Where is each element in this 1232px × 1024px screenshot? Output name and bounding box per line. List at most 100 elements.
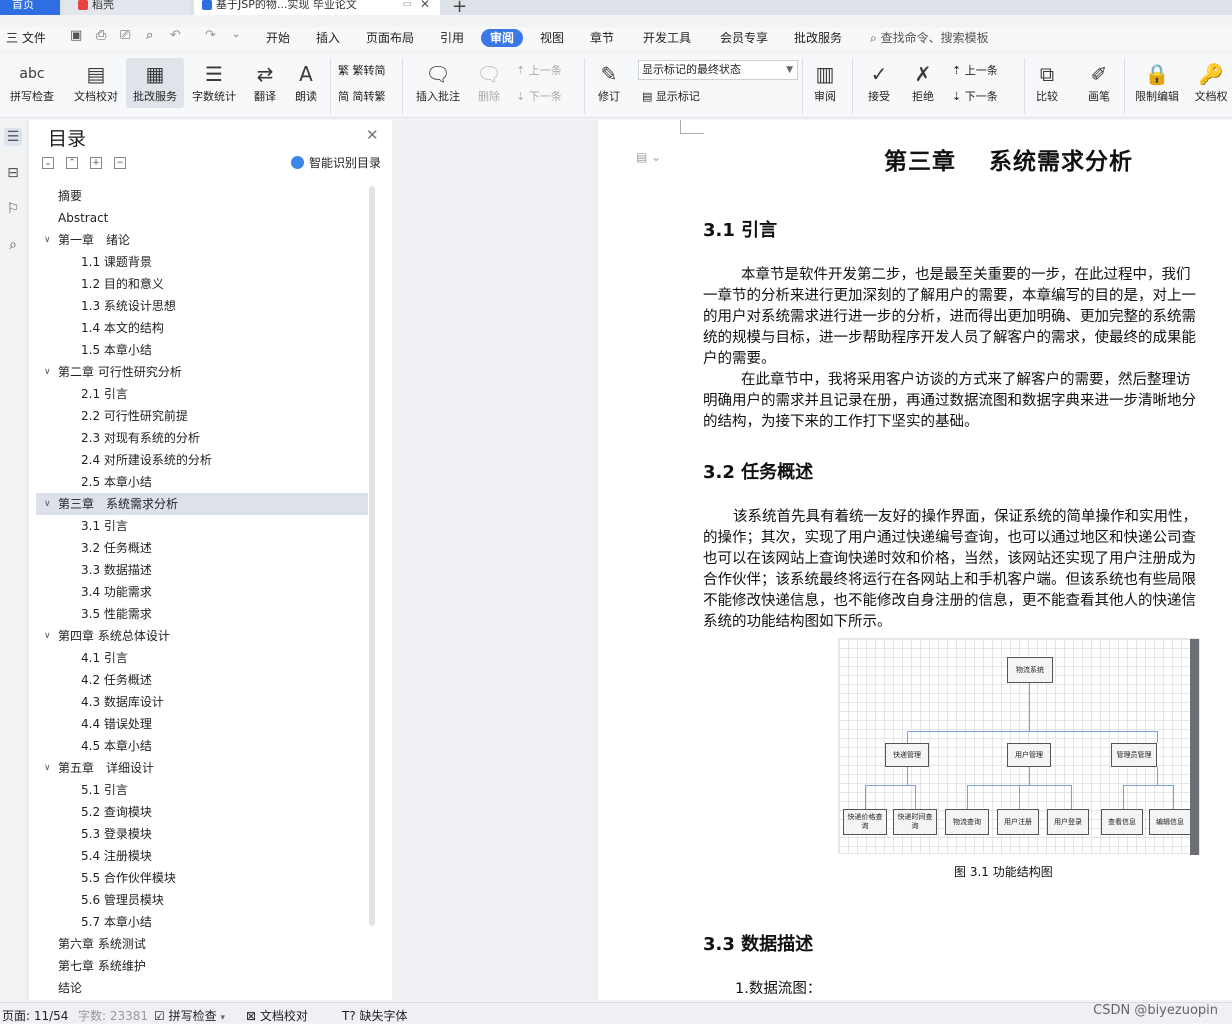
toc-icon[interactable]: ☰ bbox=[4, 128, 22, 146]
toc-item[interactable]: 2.3 对现有系统的分析 bbox=[36, 427, 368, 449]
menu-start[interactable]: 开始 bbox=[266, 27, 290, 49]
toc-item[interactable]: 5.3 登录模块 bbox=[36, 823, 368, 845]
read-aloud-button[interactable]: A 朗读 bbox=[290, 60, 322, 104]
menu-developer[interactable]: 开发工具 bbox=[643, 27, 691, 49]
function-structure-figure[interactable]: 物流系统 快递管理 用户管理 管理员管理 快递价格查询 快递时间查询 物流查询 … bbox=[838, 638, 1200, 855]
toc-item[interactable]: 5.4 注册模块 bbox=[36, 845, 368, 867]
chapter-nav-icon[interactable]: ⊟ bbox=[4, 164, 22, 182]
page-indicator[interactable]: 页面: 11/54 bbox=[2, 1007, 68, 1024]
menu-member[interactable]: 会员专享 bbox=[720, 27, 768, 49]
remove-heading-icon[interactable]: − bbox=[114, 157, 126, 169]
insert-comment-button[interactable]: 🗨 插入批注 bbox=[410, 60, 466, 104]
menu-review[interactable]: 审阅 bbox=[481, 29, 524, 47]
menu-grading-service[interactable]: 批改服务 bbox=[794, 27, 842, 49]
smart-toc-button[interactable]: 智能识别目录 bbox=[291, 154, 381, 171]
chevron-down-icon[interactable]: ∨ bbox=[44, 493, 51, 515]
export-pdf-icon[interactable]: ⎙ bbox=[96, 28, 106, 43]
review-pane-button[interactable]: ▥ 审阅 bbox=[806, 60, 844, 104]
redo-icon[interactable]: ↷ bbox=[205, 28, 216, 43]
chevron-down-icon[interactable]: ∨ bbox=[44, 625, 51, 647]
toc-item[interactable]: 5.6 管理员模块 bbox=[36, 889, 368, 911]
track-changes-button[interactable]: ✎ 修订 bbox=[590, 60, 628, 104]
undo-icon[interactable]: ↶ bbox=[170, 28, 181, 43]
toc-item[interactable]: 1.2 目的和意义 bbox=[36, 273, 368, 295]
review-service-button[interactable]: ▦ 批改服务 bbox=[126, 58, 184, 108]
toc-item[interactable]: 第七章 系统维护 bbox=[36, 955, 368, 977]
toc-item[interactable]: 5.2 查询模块 bbox=[36, 801, 368, 823]
status-doc-check[interactable]: ⊠ 文档校对 bbox=[246, 1007, 308, 1024]
toc-item[interactable]: 3.3 数据描述 bbox=[36, 559, 368, 581]
markup-display-select[interactable]: 显示标记的最终状态 ▼ bbox=[638, 60, 798, 80]
toc-item[interactable]: Abstract bbox=[36, 207, 368, 229]
toc-item[interactable]: ∨ 第四章 系统总体设计 bbox=[36, 625, 368, 647]
prev-comment-button[interactable]: ⇡ 上一条 bbox=[516, 62, 562, 78]
word-count-button[interactable]: ☰ 字数统计 bbox=[188, 60, 240, 104]
chevron-down-icon[interactable]: ∨ bbox=[44, 229, 51, 251]
prev-change-button[interactable]: ⇡ 上一条 bbox=[952, 62, 998, 78]
toc-item[interactable]: 摘要 bbox=[36, 185, 368, 207]
tab-document[interactable]: 基于JSP的物...实现 毕业论文 ▭ ✕ bbox=[194, 0, 440, 15]
command-search[interactable]: ⌕ 查找命令、搜索模板 bbox=[870, 27, 989, 49]
new-tab-icon[interactable]: + bbox=[452, 0, 467, 15]
save-icon[interactable]: ▣ bbox=[70, 28, 82, 43]
menu-insert[interactable]: 插入 bbox=[316, 27, 340, 49]
tab-docer[interactable]: 稻壳 bbox=[64, 0, 190, 15]
toc-item[interactable]: 5.5 合作伙伴模块 bbox=[36, 867, 368, 889]
compare-button[interactable]: ⧉ 比较 bbox=[1028, 60, 1066, 104]
menu-page-layout[interactable]: 页面布局 bbox=[366, 27, 414, 49]
pen-button[interactable]: ✐ 画笔 bbox=[1080, 60, 1118, 104]
toc-item[interactable]: 2.4 对所建设系统的分析 bbox=[36, 449, 368, 471]
toc-item[interactable]: 3.2 任务概述 bbox=[36, 537, 368, 559]
expand-all-icon[interactable]: ⌃ bbox=[66, 157, 78, 169]
close-icon[interactable]: ✕ bbox=[366, 126, 379, 144]
accept-button[interactable]: ✓ 接受 bbox=[860, 60, 898, 104]
toc-item[interactable]: ∨ 第一章 绪论 bbox=[36, 229, 368, 251]
toc-scrollbar[interactable] bbox=[369, 186, 375, 926]
toc-item[interactable]: 1.5 本章小结 bbox=[36, 339, 368, 361]
pin-icon[interactable]: ▭ bbox=[403, 0, 412, 10]
find-icon[interactable]: ⌕ bbox=[4, 236, 22, 254]
toc-item[interactable]: 4.5 本章小结 bbox=[36, 735, 368, 757]
toc-item[interactable]: ∨ 第三章 系统需求分析 bbox=[36, 493, 368, 515]
translate-button[interactable]: ⇄ 翻译 bbox=[246, 60, 284, 104]
file-menu[interactable]: 三 文件 bbox=[6, 27, 46, 49]
toc-item[interactable]: 3.4 功能需求 bbox=[36, 581, 368, 603]
toc-item[interactable]: ∨ 第五章 详细设计 bbox=[36, 757, 368, 779]
doc-check-button[interactable]: ▤ 文档校对 bbox=[70, 60, 122, 104]
tab-home[interactable]: 首页 bbox=[0, 0, 60, 15]
document-page[interactable]: ▤ ⌄ 第三章 系统需求分析 3.1 引言 本章节是软件开发第二步，也是最至关重… bbox=[598, 120, 1232, 1000]
toc-item[interactable]: 4.3 数据库设计 bbox=[36, 691, 368, 713]
toc-item[interactable]: 1.3 系统设计思想 bbox=[36, 295, 368, 317]
toc-item[interactable]: 1.4 本文的结构 bbox=[36, 317, 368, 339]
quick-access-chevron-down-icon[interactable]: ⌄ bbox=[232, 29, 240, 40]
chevron-down-icon[interactable]: ∨ bbox=[44, 757, 51, 779]
collapse-all-icon[interactable]: ⌄ bbox=[42, 157, 54, 169]
add-heading-icon[interactable]: + bbox=[90, 157, 102, 169]
toc-item[interactable]: 5.7 本章小结 bbox=[36, 911, 368, 933]
print-preview-icon[interactable]: ⌕ bbox=[146, 28, 153, 43]
toc-item[interactable]: 4.1 引言 bbox=[36, 647, 368, 669]
toc-item[interactable]: 4.4 错误处理 bbox=[36, 713, 368, 735]
status-spell-check[interactable]: ☑ 拼写检查 ▾ bbox=[154, 1007, 225, 1024]
menu-chapter[interactable]: 章节 bbox=[590, 27, 614, 49]
reject-button[interactable]: ✗ 拒绝 bbox=[904, 60, 942, 104]
toc-item[interactable]: 2.2 可行性研究前提 bbox=[36, 405, 368, 427]
page-options-icon[interactable]: ▤ ⌄ bbox=[636, 150, 661, 164]
toc-item[interactable]: ∨ 第二章 可行性研究分析 bbox=[36, 361, 368, 383]
simp-to-trad-button[interactable]: 简 简转繁 bbox=[338, 88, 386, 104]
toc-item[interactable]: 1.1 课题背景 bbox=[36, 251, 368, 273]
toc-item[interactable]: 5.1 引言 bbox=[36, 779, 368, 801]
restrict-edit-button[interactable]: 🔒 限制编辑 bbox=[1130, 60, 1184, 104]
next-comment-button[interactable]: ⇣ 下一条 bbox=[516, 88, 562, 104]
print-icon[interactable]: ⎚ bbox=[120, 28, 130, 43]
toc-item[interactable]: 4.2 任务概述 bbox=[36, 669, 368, 691]
bookmark-icon[interactable]: ⚐ bbox=[4, 200, 22, 218]
doc-permission-button[interactable]: 🔑 文档权 bbox=[1190, 60, 1232, 104]
toc-item[interactable]: 3.1 引言 bbox=[36, 515, 368, 537]
spell-check-button[interactable]: abc 拼写检查 bbox=[2, 60, 62, 104]
menu-view[interactable]: 视图 bbox=[540, 27, 564, 49]
menu-references[interactable]: 引用 bbox=[440, 27, 464, 49]
toc-item[interactable]: 2.1 引言 bbox=[36, 383, 368, 405]
chevron-down-icon[interactable]: ∨ bbox=[44, 361, 51, 383]
word-count-indicator[interactable]: 字数: 23381 bbox=[78, 1007, 148, 1024]
